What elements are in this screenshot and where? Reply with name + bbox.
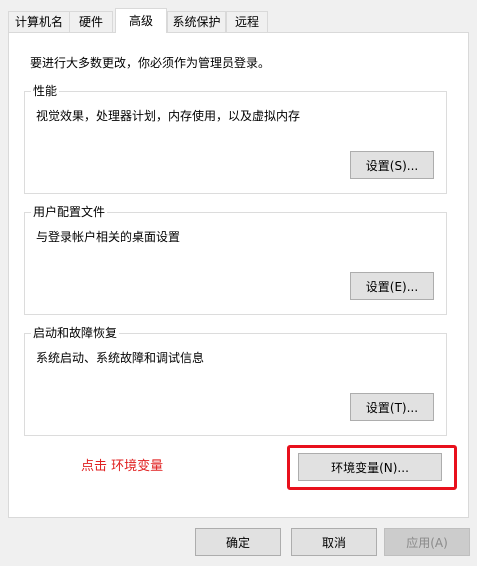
tab-remote[interactable]: 远程 bbox=[226, 11, 268, 32]
cancel-button[interactable]: 取消 bbox=[291, 528, 377, 556]
tab-system-protection[interactable]: 系统保护 bbox=[167, 11, 226, 32]
tab-strip: 计算机名 硬件 高级 系统保护 远程 bbox=[0, 0, 477, 33]
user-profiles-title: 用户配置文件 bbox=[31, 204, 108, 220]
user-profiles-settings-button[interactable]: 设置(E)... bbox=[350, 272, 434, 300]
startup-recovery-settings-button[interactable]: 设置(T)... bbox=[350, 393, 434, 421]
performance-description: 视觉效果，处理器计划，内存使用，以及虚拟内存 bbox=[36, 109, 301, 123]
performance-title: 性能 bbox=[31, 83, 60, 99]
performance-settings-button[interactable]: 设置(S)... bbox=[350, 151, 434, 179]
ok-button[interactable]: 确定 bbox=[195, 528, 281, 556]
startup-recovery-description: 系统启动、系统故障和调试信息 bbox=[36, 351, 205, 365]
tab-advanced[interactable]: 高级 bbox=[115, 8, 167, 33]
user-profiles-description: 与登录帐户相关的桌面设置 bbox=[36, 230, 181, 244]
apply-button[interactable]: 应用(A) bbox=[384, 528, 470, 556]
annotation-hint: 点击 环境变量 bbox=[81, 459, 164, 474]
tab-hardware[interactable]: 硬件 bbox=[69, 11, 113, 32]
admin-note: 要进行大多数更改，你必须作为管理员登录。 bbox=[30, 56, 271, 70]
environment-variables-button[interactable]: 环境变量(N)... bbox=[298, 453, 442, 481]
startup-recovery-title: 启动和故障恢复 bbox=[31, 325, 120, 341]
tab-computer-name[interactable]: 计算机名 bbox=[8, 11, 70, 32]
